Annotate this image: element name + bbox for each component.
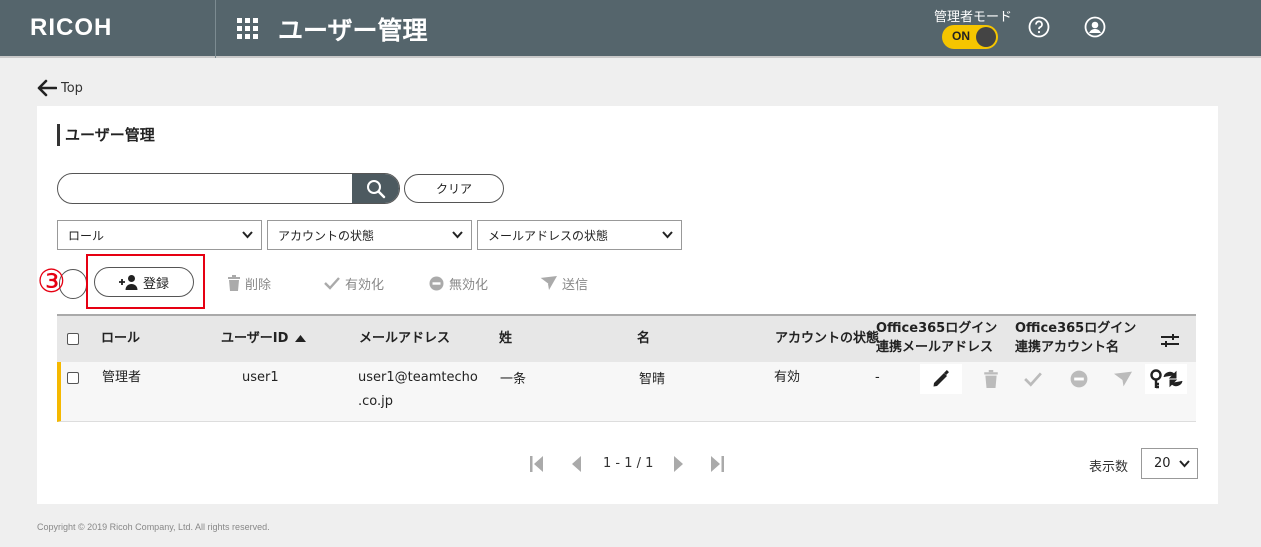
cell-account-status: 有効 (774, 370, 801, 385)
pencil-icon (933, 370, 949, 387)
page-size-label: 表示数 (1089, 460, 1129, 475)
send-icon[interactable] (1114, 370, 1132, 388)
header-o365-account-line2: 連携アカウント名 (1015, 340, 1120, 355)
page-size-select[interactable]: 20 (1141, 448, 1198, 479)
back-to-top-link[interactable]: Top (37, 78, 83, 98)
role-filter-value: ロール (68, 228, 105, 243)
header-email[interactable]: メールアドレス (359, 329, 450, 348)
topbar-divider (215, 0, 216, 58)
trash-icon[interactable] (982, 370, 1000, 388)
table-header: ロール ユーザーID メールアドレス 姓 名 アカウントの状態 Office36… (57, 314, 1196, 362)
header-account-status[interactable]: アカウントの状態 (775, 329, 879, 348)
page-size-value: 20 (1154, 456, 1171, 471)
check-icon (324, 277, 340, 290)
cell-first-name: 智晴 (639, 372, 666, 387)
register-button-label: 登録 (142, 276, 169, 292)
sort-ascending-icon (294, 335, 306, 342)
cell-email-line1: user1@teamtecho (358, 370, 478, 385)
row-checkbox[interactable] (67, 372, 79, 384)
column-settings-icon[interactable] (1161, 334, 1179, 347)
header-last-name[interactable]: 姓 (499, 329, 512, 348)
header-user-id[interactable]: ユーザーID (221, 329, 306, 348)
cell-user-id: user1 (242, 370, 279, 385)
top-bar: RICOH ユーザー管理 管理者モード ON (0, 0, 1261, 58)
account-status-filter-select[interactable]: アカウントの状態 (267, 220, 472, 250)
header-o365-email-line2: 連携メールアドレス (876, 340, 994, 355)
last-page-icon[interactable] (710, 456, 724, 472)
enable-button-label: 有効化 (345, 277, 385, 293)
cell-o365-email: - (875, 370, 880, 385)
delete-button[interactable]: 削除 (228, 272, 271, 294)
next-page-icon[interactable] (671, 456, 685, 472)
first-page-icon[interactable] (530, 456, 544, 472)
arrow-left-icon (37, 79, 57, 97)
email-status-filter-value: メールアドレスの状態 (488, 228, 609, 243)
chevron-down-icon (662, 231, 673, 239)
minus-circle-icon (429, 276, 444, 290)
search-icon (366, 179, 385, 198)
table-row[interactable]: 管理者 user1 user1@teamtecho .co.jp 一条 智晴 有… (57, 362, 1196, 422)
account-status-filter-value: アカウントの状態 (278, 228, 375, 243)
enable-button[interactable]: 有効化 (324, 272, 384, 294)
user-account-icon[interactable] (1084, 16, 1106, 38)
send-button[interactable]: 送信 (540, 272, 588, 294)
trash-icon (228, 275, 240, 291)
account-link-button[interactable] (1145, 364, 1187, 394)
page-range: 1 - 1 / 1 (603, 456, 654, 471)
search-button[interactable] (352, 174, 399, 203)
toggle-state-label: ON (952, 29, 970, 43)
back-link-label: Top (61, 80, 83, 96)
ricoh-logo: RICOH (30, 14, 113, 41)
role-filter-select[interactable]: ロール (57, 220, 262, 250)
disable-button-label: 無効化 (449, 277, 489, 293)
register-user-button[interactable]: 登録 (94, 267, 194, 297)
header-role[interactable]: ロール (101, 329, 140, 348)
select-all-checkbox[interactable] (67, 333, 79, 345)
add-user-icon (118, 275, 138, 290)
header-o365-account-line1: Office365ログイン (1015, 321, 1137, 336)
check-icon[interactable] (1024, 370, 1042, 388)
cell-email-line2: .co.jp (358, 394, 394, 409)
header-o365-email: Office365ログイン 連携メールアドレス (876, 319, 997, 357)
cell-role: 管理者 (102, 370, 142, 385)
previous-page-icon[interactable] (570, 456, 584, 472)
disable-button[interactable]: 無効化 (429, 272, 488, 294)
copyright-footer: Copyright © 2019 Ricoh Company, Ltd. All… (37, 522, 270, 532)
send-button-label: 送信 (562, 277, 589, 293)
chevron-down-icon (1179, 460, 1190, 468)
chevron-down-icon (452, 231, 463, 239)
help-icon[interactable] (1028, 16, 1050, 38)
page-title: ユーザー管理 (57, 124, 155, 146)
user-management-panel: ユーザー管理 クリア ロール アカウントの状態 メールアドレスの状態 ③ 登録 (37, 106, 1218, 504)
app-title: ユーザー管理 (278, 16, 428, 45)
email-status-filter-select[interactable]: メールアドレスの状態 (477, 220, 682, 250)
minus-circle-icon[interactable] (1070, 370, 1088, 388)
search-box (57, 173, 400, 204)
app-grid-icon[interactable] (237, 18, 259, 40)
cell-last-name: 一条 (500, 372, 527, 387)
admin-mode-toggle[interactable]: ON (942, 25, 998, 49)
header-user-id-label: ユーザーID (221, 331, 289, 346)
delete-button-label: 削除 (245, 277, 272, 293)
header-first-name[interactable]: 名 (637, 329, 650, 348)
clear-button[interactable]: クリア (404, 174, 504, 203)
edit-button[interactable] (920, 364, 962, 394)
search-input[interactable] (58, 174, 352, 203)
cell-email: user1@teamtecho .co.jp (358, 366, 478, 414)
toggle-knob (976, 27, 996, 47)
admin-mode-label: 管理者モード (934, 10, 1013, 25)
step-marker: ③ (37, 262, 66, 300)
header-o365-account: Office365ログイン 連携アカウント名 (1015, 319, 1136, 357)
key-sync-icon (1150, 369, 1183, 389)
header-o365-email-line1: Office365ログイン (876, 321, 998, 336)
chevron-down-icon (242, 231, 253, 239)
send-icon (540, 276, 557, 290)
